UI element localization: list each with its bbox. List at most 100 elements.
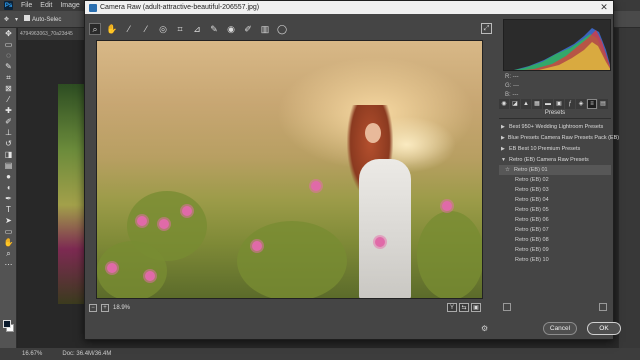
image-preview[interactable] — [96, 40, 483, 299]
effects-icon[interactable]: ƒ — [565, 98, 575, 109]
gradient-icon[interactable]: ▤ — [0, 160, 17, 171]
color-sampler-icon[interactable]: ⁄ — [140, 23, 152, 35]
healing-icon[interactable]: ✚ — [0, 105, 17, 116]
preset-item[interactable]: Retro (EB) 07 — [499, 225, 611, 235]
basic-panel-icon[interactable]: ◉ — [499, 98, 509, 109]
flower-shape — [375, 237, 385, 247]
eyedropper-icon[interactable]: ⁄ — [123, 23, 135, 35]
flower-shape — [182, 206, 192, 216]
artboard-icon[interactable]: ▭ — [0, 39, 17, 50]
shape-icon[interactable]: ▭ — [0, 226, 17, 237]
blur-icon[interactable]: ● — [0, 171, 17, 182]
eraser-icon[interactable]: ◨ — [0, 149, 17, 160]
presets-tab-icon[interactable]: ≡ — [587, 98, 597, 109]
graduated-filter-icon[interactable]: ▥ — [259, 23, 271, 35]
frame-icon[interactable]: ⊠ — [0, 83, 17, 94]
detail-icon[interactable]: ▲ — [521, 98, 531, 109]
more-tools-icon[interactable]: ⋯ — [0, 259, 17, 270]
preset-item[interactable]: Retro (EB) 10 — [499, 255, 611, 265]
expand-triangle-icon[interactable]: ▶ — [501, 146, 506, 152]
radial-filter-icon[interactable]: ◯ — [276, 23, 288, 35]
ps-statusbar: 16.67% Doc: 36.4M/36.4M — [0, 348, 640, 360]
brush-tool-icon[interactable]: ✐ — [0, 116, 17, 127]
preset-item[interactable]: Retro (EB) 02 — [499, 175, 611, 185]
zoom-icon[interactable]: ⌕ — [89, 23, 101, 35]
zoom-out-icon[interactable]: − — [89, 304, 97, 312]
zoom-level[interactable]: 18.9% — [113, 305, 130, 311]
preset-item[interactable]: Retro (EB) 06 — [499, 215, 611, 225]
ok-button[interactable]: OK — [587, 322, 621, 335]
snapshots-icon[interactable]: ▤ — [598, 98, 608, 109]
hand-icon[interactable]: ✋ — [106, 23, 118, 35]
preset-item[interactable]: Retro (EB) 08 — [499, 235, 611, 245]
quick-select-icon[interactable]: ✎ — [0, 61, 17, 72]
crop-tool-icon[interactable]: ⌗ — [0, 72, 17, 83]
zoom-in-icon[interactable]: + — [101, 304, 109, 312]
swap-settings-icon[interactable]: ⇆ — [459, 303, 469, 312]
menu-image[interactable]: Image — [60, 2, 79, 9]
preset-item[interactable]: Retro (EB) 03 — [499, 185, 611, 195]
hand-tool-icon[interactable]: ✋ — [0, 237, 17, 248]
path-select-icon[interactable]: ➤ — [0, 215, 17, 226]
preset-item[interactable]: ☆ Retro (EB) 01 — [499, 165, 611, 175]
menu-file[interactable]: File — [21, 2, 32, 9]
brush-icon[interactable]: ✐ — [242, 23, 254, 35]
history-brush-icon[interactable]: ↺ — [0, 138, 17, 149]
before-after-toggle[interactable]: Y — [447, 303, 457, 312]
status-doc-size: Doc: 36.4M/36.4M — [62, 351, 112, 357]
move-tool-dropdown-icon[interactable]: ▾ — [15, 16, 18, 23]
preset-item[interactable]: Retro (EB) 05 — [499, 205, 611, 215]
delete-preset-icon[interactable] — [599, 303, 607, 311]
collapse-triangle-icon[interactable]: ▼ — [501, 157, 506, 163]
flower-shape — [137, 216, 147, 226]
target-adjust-icon[interactable]: ◎ — [157, 23, 169, 35]
red-eye-icon[interactable]: ◉ — [225, 23, 237, 35]
move-tool-icon[interactable]: ✥ — [4, 16, 9, 23]
star-icon[interactable]: ☆ — [505, 167, 510, 173]
move-icon[interactable]: ✥ — [0, 28, 17, 39]
calibration-icon[interactable]: ◈ — [576, 98, 586, 109]
histogram — [503, 19, 611, 71]
straighten-icon[interactable]: ⊿ — [191, 23, 203, 35]
tone-curve-icon[interactable]: ◪ — [510, 98, 520, 109]
lens-corrections-icon[interactable]: ▣ — [554, 98, 564, 109]
flower-shape — [311, 181, 321, 191]
camera-raw-dialog: Camera Raw (adult-attractive-beautiful-2… — [84, 0, 621, 340]
hsl-icon[interactable]: ▦ — [532, 98, 542, 109]
eyedropper-tool-icon[interactable]: ⁄ — [0, 94, 17, 105]
camera-raw-app-icon — [89, 3, 97, 12]
expand-triangle-icon[interactable]: ▶ — [501, 124, 506, 130]
foreground-color-swatch[interactable] — [3, 320, 11, 328]
split-toning-icon[interactable]: ▬ — [543, 98, 553, 109]
preset-group[interactable]: ▶ Best 950+ Wedding Lightroom Presets — [499, 121, 611, 132]
crop-icon[interactable]: ⌗ — [174, 23, 186, 35]
stamp-icon[interactable]: ⊥ — [0, 127, 17, 138]
flower-shape — [107, 263, 117, 273]
panel-tabs: ◉ ◪ ▲ ▦ ▬ ▣ ƒ ◈ ≡ ▤ — [499, 98, 611, 109]
dodge-icon[interactable]: ◖ — [0, 182, 17, 193]
zoom-tool-icon[interactable]: ⌕ — [0, 248, 17, 259]
preview-preferences-icon[interactable]: ▣ — [471, 303, 481, 312]
preset-group[interactable]: ▼ Retro (EB) Camera Raw Presets — [499, 154, 611, 165]
foliage-shape — [417, 211, 482, 298]
preset-item[interactable]: Retro (EB) 04 — [499, 195, 611, 205]
presets-footer — [499, 303, 611, 313]
preset-group[interactable]: ▶ Blue Presets Camera Raw Presets Pack (E… — [499, 132, 619, 143]
preset-group[interactable]: ▶ EB Best 10 Premium Presets — [499, 143, 611, 154]
auto-select-option[interactable]: Auto-Selec — [24, 15, 61, 23]
cancel-button[interactable]: Cancel — [543, 322, 577, 335]
expand-triangle-icon[interactable]: ▶ — [501, 135, 505, 141]
fullscreen-icon[interactable]: ⤢ — [481, 23, 492, 34]
dialog-titlebar: Camera Raw (adult-attractive-beautiful-2… — [85, 1, 613, 14]
new-preset-folder-icon[interactable] — [503, 303, 511, 311]
spot-removal-icon[interactable]: ✎ — [208, 23, 220, 35]
preset-item[interactable]: Retro (EB) 09 — [499, 245, 611, 255]
type-icon[interactable]: T — [0, 204, 17, 215]
lasso-icon[interactable]: ◌ — [0, 50, 17, 61]
photoshop-logo: Ps — [4, 1, 13, 10]
menu-edit[interactable]: Edit — [40, 2, 52, 9]
pen-icon[interactable]: ✒ — [0, 193, 17, 204]
document-tab[interactable]: 4794963063_70a23d45 — [18, 28, 84, 40]
close-icon[interactable]: ✕ — [595, 1, 613, 14]
workflow-options-icon[interactable]: ⚙ — [481, 324, 490, 333]
